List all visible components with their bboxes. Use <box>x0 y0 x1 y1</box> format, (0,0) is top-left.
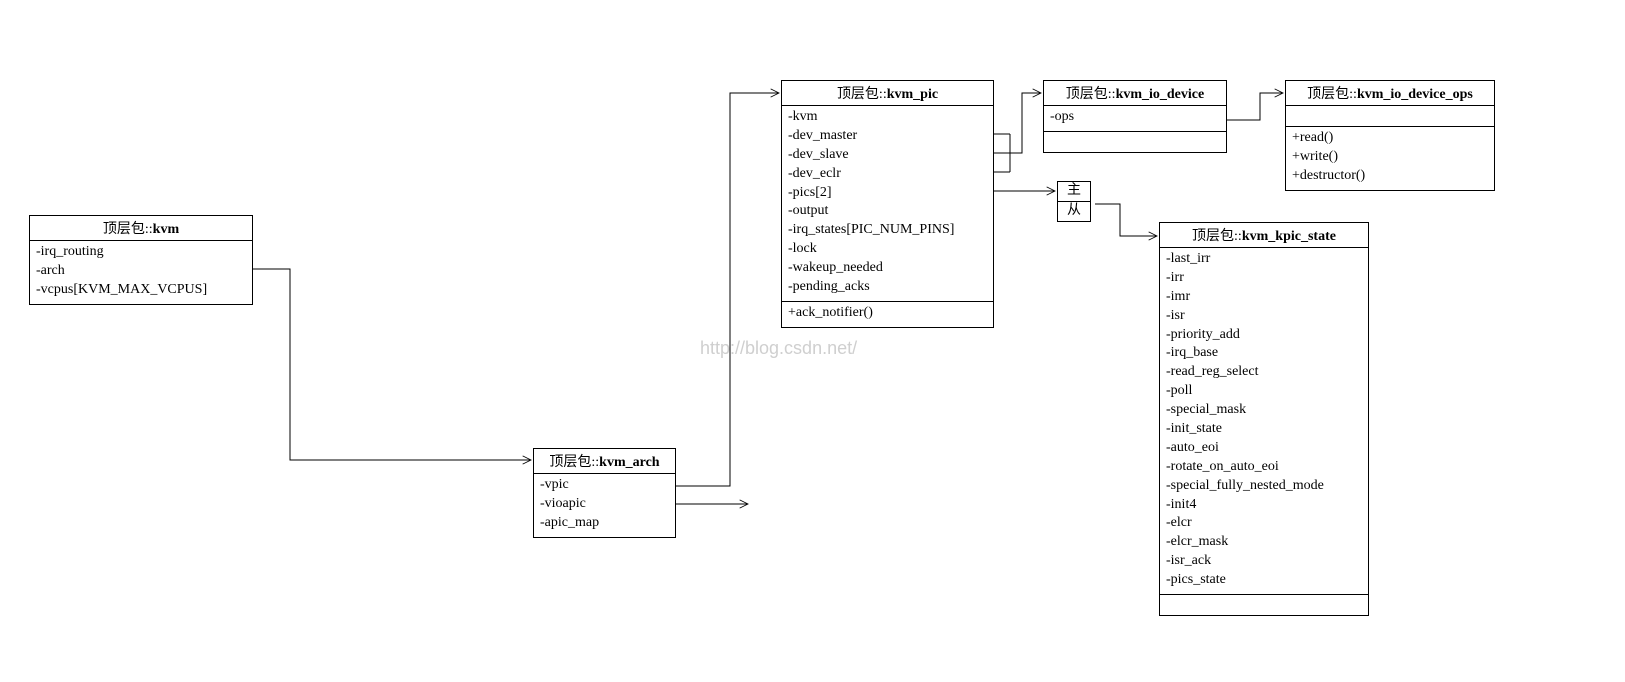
pkg-label: 顶层包:: <box>1066 87 1116 102</box>
class-title: 顶层包::kvm <box>30 216 252 241</box>
attr-row: -last_irr <box>1166 250 1362 269</box>
class-name: kvm_pic <box>887 87 938 102</box>
attr-row: -init_state <box>1166 420 1362 439</box>
class-title: 顶层包::kvm_pic <box>782 81 993 106</box>
attr-row: -ops <box>1050 108 1220 127</box>
class-title: 顶层包::kvm_io_device_ops <box>1286 81 1494 106</box>
class-kvm-arch: 顶层包::kvm_arch -vpic -vioapic -apic_map <box>533 448 676 538</box>
attr-row: -wakeup_needed <box>788 259 987 278</box>
attr-row: -dev_slave <box>788 146 987 165</box>
class-kvm-io-device: 顶层包::kvm_io_device -ops <box>1043 80 1227 153</box>
class-title: 顶层包::kvm_kpic_state <box>1160 223 1368 248</box>
attr-row: -vcpus[KVM_MAX_VCPUS] <box>36 281 246 300</box>
attr-row: -arch <box>36 262 246 281</box>
ops-section: +ack_notifier() <box>782 301 993 327</box>
attrs-section: -vpic -vioapic -apic_map <box>534 474 675 537</box>
attr-row: -output <box>788 202 987 221</box>
slave-label: 从 <box>1058 201 1090 221</box>
pkg-label: 顶层包:: <box>1192 229 1242 244</box>
attrs-section: -irq_routing -arch -vcpus[KVM_MAX_VCPUS] <box>30 241 252 304</box>
attr-row: -dev_master <box>788 127 987 146</box>
pkg-label: 顶层包:: <box>837 87 887 102</box>
class-title: 顶层包::kvm_io_device <box>1044 81 1226 106</box>
pkg-label: 顶层包:: <box>1307 87 1357 102</box>
attr-row: -init4 <box>1166 496 1362 515</box>
op-row: +destructor() <box>1292 167 1488 186</box>
attr-row: -pending_acks <box>788 278 987 297</box>
attr-row: -rotate_on_auto_eoi <box>1166 458 1362 477</box>
attr-row: -poll <box>1166 382 1362 401</box>
attrs-section: -kvm -dev_master -dev_slave -dev_eclr -p… <box>782 106 993 301</box>
attr-row: -read_reg_select <box>1166 363 1362 382</box>
ops-section <box>1044 131 1226 152</box>
attr-row: -kvm <box>788 108 987 127</box>
class-name: kvm_arch <box>599 455 659 470</box>
diagram-canvas: 顶层包::kvm -irq_routing -arch -vcpus[KVM_M… <box>0 0 1625 682</box>
attr-row: -imr <box>1166 288 1362 307</box>
attr-row: -priority_add <box>1166 326 1362 345</box>
pkg-label: 顶层包:: <box>103 222 153 237</box>
attr-row: -irq_states[PIC_NUM_PINS] <box>788 221 987 240</box>
attr-row: -lock <box>788 240 987 259</box>
master-label: 主 <box>1058 182 1090 201</box>
class-title: 顶层包::kvm_arch <box>534 449 675 474</box>
attr-row: -apic_map <box>540 514 669 533</box>
attr-row: -dev_eclr <box>788 165 987 184</box>
op-row: +ack_notifier() <box>788 304 987 323</box>
attr-row: -auto_eoi <box>1166 439 1362 458</box>
class-name: kvm_io_device_ops <box>1357 87 1473 102</box>
watermark-text: http://blog.csdn.net/ <box>700 338 857 359</box>
attr-row: -irr <box>1166 269 1362 288</box>
attr-row: -irq_base <box>1166 344 1362 363</box>
attrs-section <box>1286 106 1494 126</box>
attr-row: -isr <box>1166 307 1362 326</box>
class-kvm-io-device-ops: 顶层包::kvm_io_device_ops +read() +write() … <box>1285 80 1495 191</box>
class-name: kvm_kpic_state <box>1242 229 1336 244</box>
class-name: kvm_io_device <box>1116 87 1205 102</box>
attr-row: -elcr <box>1166 514 1362 533</box>
attr-row: -irq_routing <box>36 243 246 262</box>
op-row: +read() <box>1292 129 1488 148</box>
pics-master-slave-box: 主 从 <box>1057 181 1091 222</box>
ops-section <box>1160 594 1368 615</box>
attr-row: -elcr_mask <box>1166 533 1362 552</box>
attrs-section: -ops <box>1044 106 1226 131</box>
class-kvm-pic: 顶层包::kvm_pic -kvm -dev_master -dev_slave… <box>781 80 994 328</box>
class-kvm: 顶层包::kvm -irq_routing -arch -vcpus[KVM_M… <box>29 215 253 305</box>
attr-row: -vioapic <box>540 495 669 514</box>
ops-section: +read() +write() +destructor() <box>1286 126 1494 190</box>
attr-row: -isr_ack <box>1166 552 1362 571</box>
class-kvm-kpic-state: 顶层包::kvm_kpic_state -last_irr -irr -imr … <box>1159 222 1369 616</box>
attr-row: -vpic <box>540 476 669 495</box>
attr-row: -pics_state <box>1166 571 1362 590</box>
attr-row: -special_fully_nested_mode <box>1166 477 1362 496</box>
attr-row: -pics[2] <box>788 184 987 203</box>
attrs-section: -last_irr -irr -imr -isr -priority_add -… <box>1160 248 1368 594</box>
class-name: kvm <box>153 222 179 237</box>
pkg-label: 顶层包:: <box>549 455 599 470</box>
op-row: +write() <box>1292 148 1488 167</box>
attr-row: -special_mask <box>1166 401 1362 420</box>
